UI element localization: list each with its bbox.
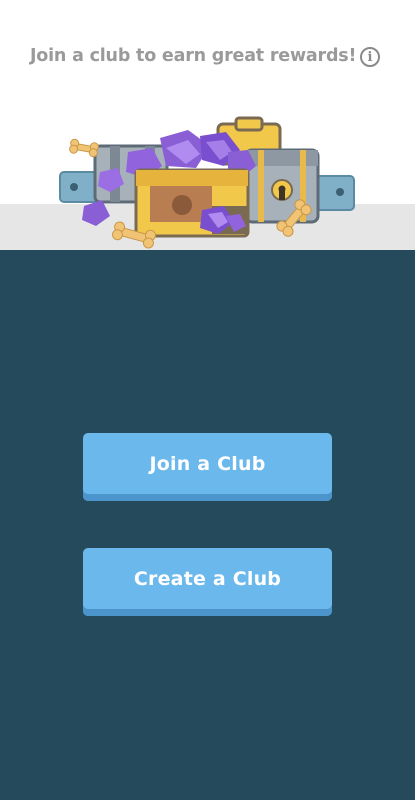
treasure-illustration (59, 116, 355, 249)
club-actions-panel (0, 250, 415, 800)
join-club-button[interactable]: Join a Club (83, 433, 332, 501)
info-icon-glyph: i (367, 49, 373, 65)
create-club-button[interactable]: Create a Club (83, 548, 332, 616)
header-area: Join a club to earn great rewards! i (0, 0, 415, 250)
header-message: Join a club to earn great rewards! (30, 46, 357, 66)
info-icon[interactable]: i (360, 47, 380, 67)
